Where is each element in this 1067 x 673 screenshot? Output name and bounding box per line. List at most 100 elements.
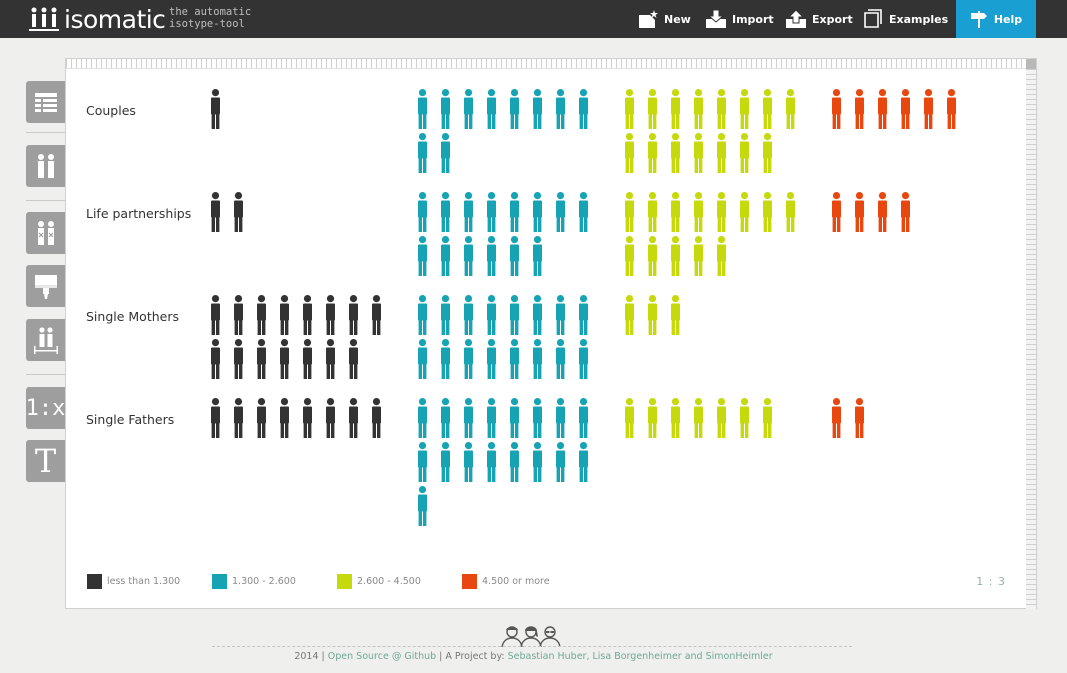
person-icon — [464, 339, 473, 379]
export-button[interactable]: Export — [785, 7, 853, 31]
person-icon — [441, 398, 450, 438]
help-button[interactable]: Help — [956, 0, 1036, 38]
person-icon — [211, 295, 220, 335]
icons-tool[interactable] — [26, 145, 65, 187]
person-icon — [372, 295, 381, 335]
person-icon — [740, 192, 749, 232]
person-icon — [418, 295, 427, 335]
person-icon — [625, 192, 634, 232]
person-icon — [763, 133, 772, 173]
person-icon — [671, 192, 680, 232]
person-icon — [487, 442, 496, 482]
person-icon — [579, 295, 588, 335]
person-icon — [533, 339, 542, 379]
person-icon — [234, 339, 243, 379]
horizontal-ruler[interactable] — [66, 59, 1036, 69]
person-icon — [418, 486, 427, 526]
person-icon — [464, 295, 473, 335]
person-icon — [418, 398, 427, 438]
person-icon — [832, 89, 841, 129]
person-icon — [671, 236, 680, 276]
person-icon — [832, 192, 841, 232]
signpost-icon — [970, 11, 987, 28]
toolbar-divider — [26, 200, 65, 201]
person-icon — [717, 236, 726, 276]
legend-label-4: 4.500 or more — [482, 576, 550, 587]
footer-project-by: | A Project by: — [436, 651, 508, 662]
person-icon — [441, 339, 450, 379]
person-icon — [625, 133, 634, 173]
ratio-icon: 1:x — [25, 395, 66, 421]
person-icon — [855, 192, 864, 232]
person-icon — [487, 295, 496, 335]
toolbar-divider — [26, 374, 65, 375]
layout-tool[interactable] — [26, 319, 65, 361]
person-icon — [326, 339, 335, 379]
person-icon — [901, 89, 910, 129]
person-icon — [326, 295, 335, 335]
chart-canvas[interactable]: Couples Life partnerships Single Mothers… — [65, 58, 1037, 609]
person-icon — [211, 398, 220, 438]
footer-year: 2014 — [294, 651, 319, 662]
person-icon — [533, 442, 542, 482]
data-table-tool[interactable] — [26, 81, 65, 123]
legend-swatch-4 — [462, 574, 477, 589]
examples-button[interactable]: Examples — [862, 7, 948, 31]
person-icon — [556, 339, 565, 379]
new-document-icon — [639, 10, 658, 28]
person-icon — [464, 398, 473, 438]
legend-label-2: 1.300 - 2.600 — [232, 576, 296, 587]
authors-link[interactable]: Sebastian Huber, Lisa Borgenheimer and S… — [508, 651, 773, 662]
legend-label-1: less than 1.300 — [107, 576, 181, 587]
authors-portrait-icon — [501, 626, 561, 647]
person-icon — [694, 192, 703, 232]
new-label: New — [664, 12, 691, 26]
person-icon — [763, 192, 772, 232]
row-label-couples: Couples — [86, 103, 136, 118]
person-icon — [579, 398, 588, 438]
logo-text: isomatic — [64, 5, 166, 34]
icon-select-tool[interactable] — [26, 212, 65, 254]
person-icon — [947, 89, 956, 129]
person-icon — [556, 295, 565, 335]
person-icon — [510, 89, 519, 129]
legend-swatch-3 — [337, 574, 352, 589]
vertical-ruler[interactable] — [1026, 69, 1036, 609]
person-icon — [763, 89, 772, 129]
person-icon — [901, 192, 910, 232]
examples-pages-icon — [864, 9, 882, 28]
new-button[interactable]: New — [637, 7, 691, 31]
export-label: Export — [812, 12, 853, 26]
person-icon — [533, 398, 542, 438]
legend-label-3: 2.600 - 4.500 — [357, 576, 421, 587]
person-icon — [740, 133, 749, 173]
person-icon — [533, 89, 542, 129]
person-icon — [648, 398, 657, 438]
ratio-tool[interactable]: 1:x — [26, 387, 65, 429]
person-icon — [441, 192, 450, 232]
person-icon — [510, 295, 519, 335]
color-tool[interactable] — [26, 265, 65, 307]
person-icon — [556, 398, 565, 438]
person-icon — [510, 398, 519, 438]
person-icon — [671, 89, 680, 129]
person-icon — [579, 442, 588, 482]
person-icon — [234, 398, 243, 438]
person-icon — [717, 398, 726, 438]
person-icon — [556, 442, 565, 482]
footer: 2014 | Open Source @ Github | A Project … — [0, 651, 1067, 662]
text-tool[interactable]: T — [26, 440, 65, 482]
person-icon — [487, 89, 496, 129]
github-link[interactable]: Open Source @ Github — [328, 651, 436, 662]
logo[interactable]: isomatic — [28, 5, 166, 34]
person-icon — [464, 236, 473, 276]
person-icon — [855, 398, 864, 438]
footer-separator: | — [318, 651, 328, 662]
import-button[interactable]: Import — [705, 7, 774, 31]
person-icon — [441, 89, 450, 129]
person-icon — [418, 442, 427, 482]
person-icon — [510, 442, 519, 482]
person-icon — [349, 398, 358, 438]
person-icon — [487, 398, 496, 438]
toolbar-divider — [26, 132, 65, 133]
